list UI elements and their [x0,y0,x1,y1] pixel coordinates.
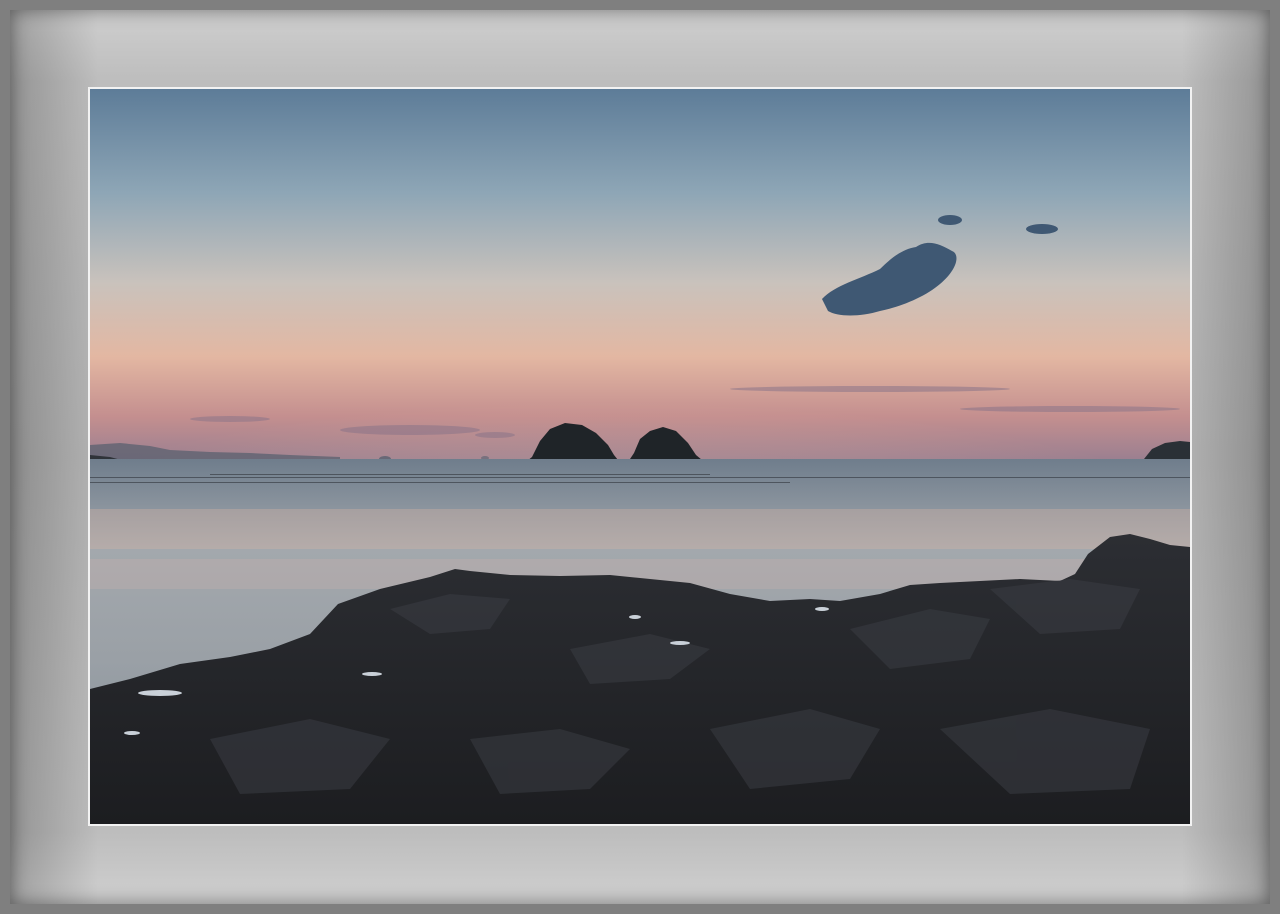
seascape-photo [90,89,1190,824]
sea-reflection [90,509,1190,589]
